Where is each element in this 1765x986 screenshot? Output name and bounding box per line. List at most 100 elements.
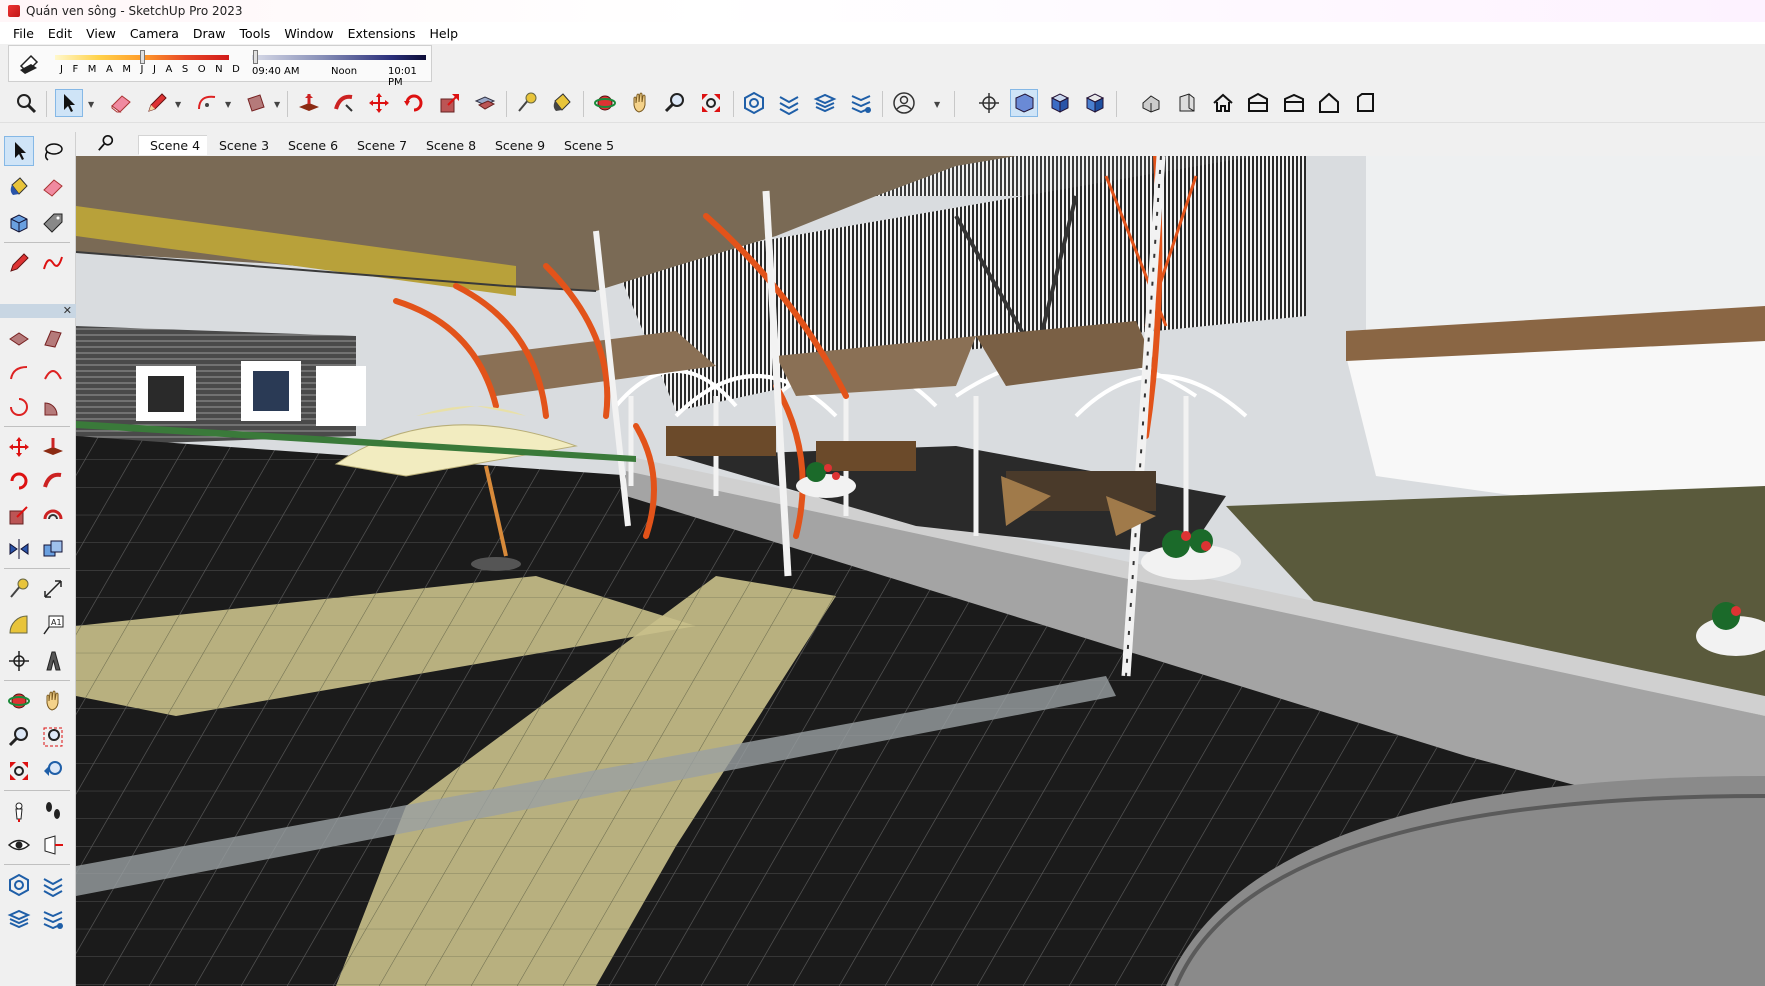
select-tool-button[interactable]	[55, 89, 83, 117]
scale-tool-button[interactable]	[436, 89, 464, 117]
zoom-window-button[interactable]	[38, 722, 68, 752]
select-tool-button[interactable]	[4, 136, 34, 166]
push-pull-button[interactable]	[38, 432, 68, 462]
tape-measure-tool-button[interactable]	[513, 89, 541, 117]
freehand-button[interactable]	[38, 248, 68, 278]
scene-tab-scene-6[interactable]: Scene 6	[276, 135, 351, 155]
top-view-button[interactable]	[1244, 89, 1272, 117]
rectangle-button[interactable]	[4, 324, 34, 354]
move-tool-button[interactable]	[365, 89, 393, 117]
extension-warehouse-button[interactable]	[775, 89, 803, 117]
textured-view-button[interactable]	[1081, 89, 1109, 117]
month-slider-thumb[interactable]	[140, 50, 145, 64]
paint-bucket-button[interactable]	[4, 172, 34, 202]
scene-tab-scene-5[interactable]: Scene 5	[552, 135, 627, 155]
extension-manager-button[interactable]	[847, 89, 875, 117]
rotated-rectangle-button[interactable]	[38, 324, 68, 354]
rotate-button[interactable]	[4, 466, 34, 496]
menu-window[interactable]: Window	[277, 26, 340, 41]
three-point-arc-button[interactable]	[4, 392, 34, 422]
rotate-tool-button[interactable]	[400, 89, 428, 117]
dimension-button[interactable]	[38, 574, 68, 604]
arc-button[interactable]	[4, 358, 34, 388]
eraser-tool-button[interactable]	[107, 89, 135, 117]
time-slider-thumb[interactable]	[253, 50, 259, 64]
menu-camera[interactable]: Camera	[123, 26, 186, 41]
zoom-tool-button[interactable]	[661, 89, 689, 117]
chevron-down-icon[interactable]: ▼	[934, 100, 942, 109]
chevron-down-icon[interactable]: ▼	[88, 100, 96, 109]
walk-button[interactable]	[38, 796, 68, 826]
position-camera-button[interactable]	[4, 796, 34, 826]
scene-tab-scene-9[interactable]: Scene 9	[483, 135, 558, 155]
arc-tool-button[interactable]	[193, 89, 221, 117]
close-icon[interactable]: ✕	[63, 304, 72, 318]
tag-tool-button[interactable]	[38, 208, 68, 238]
rectangle-tool-button[interactable]	[242, 89, 270, 117]
xray-view-button[interactable]	[1010, 89, 1038, 117]
zoom-extents-button[interactable]	[4, 756, 34, 786]
right-view-button[interactable]	[1173, 89, 1201, 117]
offset-button[interactable]	[38, 500, 68, 530]
pie-button[interactable]	[38, 392, 68, 422]
protractor-button[interactable]	[4, 610, 34, 640]
look-around-button[interactable]	[4, 830, 34, 860]
outer-shell-button[interactable]	[38, 534, 68, 564]
menu-help[interactable]: Help	[423, 26, 466, 41]
3d-text-button[interactable]	[38, 646, 68, 676]
menu-edit[interactable]: Edit	[41, 26, 79, 41]
two-point-arc-button[interactable]	[38, 358, 68, 388]
text-button[interactable]: A1	[38, 610, 68, 640]
push-pull-tool-button[interactable]	[295, 89, 323, 117]
orbit-button[interactable]	[4, 686, 34, 716]
layout-send-button[interactable]	[811, 89, 839, 117]
line-tool-button[interactable]	[143, 89, 171, 117]
tape-measure-button[interactable]	[4, 574, 34, 604]
line-button[interactable]	[4, 248, 34, 278]
left-view-button[interactable]	[1315, 89, 1343, 117]
menu-draw[interactable]: Draw	[186, 26, 233, 41]
menu-view[interactable]: View	[79, 26, 123, 41]
3d-model-viewport[interactable]	[76, 156, 1765, 986]
chevron-down-icon[interactable]: ▼	[274, 100, 282, 109]
section-plane-button[interactable]	[975, 89, 1003, 117]
make-component-button[interactable]	[4, 208, 34, 238]
scene-tab-scene-8[interactable]: Scene 8	[414, 135, 489, 155]
bottom-view-button[interactable]	[1351, 89, 1379, 117]
orbit-tool-button[interactable]	[591, 89, 619, 117]
menu-file[interactable]: File	[6, 26, 41, 41]
scene-tab-scene-4[interactable]: Scene 4	[138, 135, 213, 155]
eraser-button[interactable]	[38, 172, 68, 202]
menu-extensions[interactable]: Extensions	[341, 26, 423, 41]
section-plane-button[interactable]	[38, 830, 68, 860]
flip-button[interactable]	[4, 534, 34, 564]
paint-bucket-tool-button[interactable]	[548, 89, 576, 117]
extension-warehouse-button[interactable]	[38, 870, 68, 900]
account-button[interactable]	[890, 89, 918, 117]
zoom-button[interactable]	[4, 722, 34, 752]
chevron-down-icon[interactable]: ▼	[225, 100, 233, 109]
scene-tab-scene-7[interactable]: Scene 7	[345, 135, 420, 155]
menu-tools[interactable]: Tools	[233, 26, 278, 41]
pan-button[interactable]	[38, 686, 68, 716]
front-view-button[interactable]	[1209, 89, 1237, 117]
axes-button[interactable]	[4, 646, 34, 676]
follow-me-button[interactable]	[38, 466, 68, 496]
move-button[interactable]	[4, 432, 34, 462]
3d-warehouse-button[interactable]	[4, 870, 34, 900]
pan-tool-button[interactable]	[626, 89, 654, 117]
follow-me-tool-button[interactable]	[330, 89, 358, 117]
zoom-extents-button[interactable]	[12, 89, 40, 117]
extension-manager-button[interactable]	[38, 904, 68, 934]
scene-tab-scene-3[interactable]: Scene 3	[207, 135, 282, 155]
time-slider[interactable]	[252, 55, 426, 60]
shadow-toggle-button[interactable]	[17, 52, 41, 76]
iso-view-button[interactable]	[1138, 89, 1166, 117]
lasso-select-button[interactable]	[38, 136, 68, 166]
scene-search-button[interactable]	[96, 134, 116, 154]
previous-view-button[interactable]	[38, 756, 68, 786]
zoom-extents-tool-button[interactable]	[697, 89, 725, 117]
offset-tool-button[interactable]	[471, 89, 499, 117]
chevron-down-icon[interactable]: ▼	[175, 100, 183, 109]
layout-send-button[interactable]	[4, 904, 34, 934]
